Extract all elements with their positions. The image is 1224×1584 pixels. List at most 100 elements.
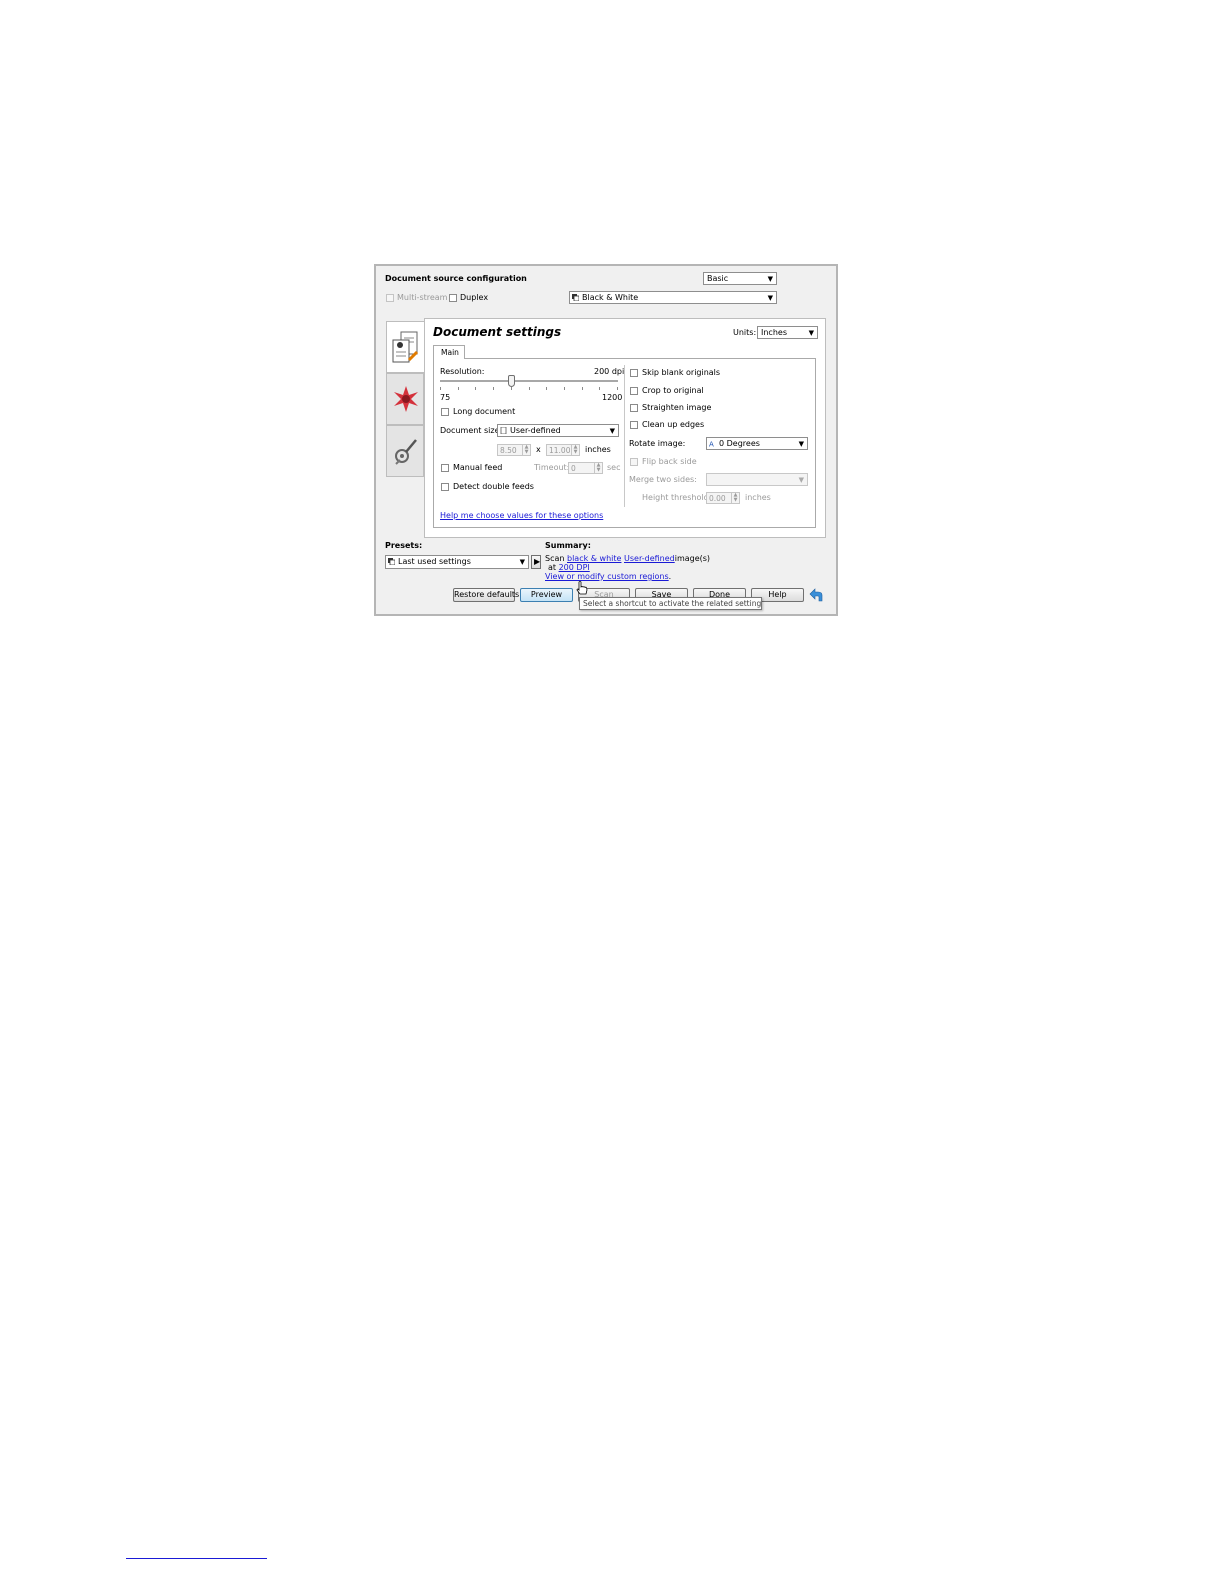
chevron-down-icon: ▼ <box>767 294 773 302</box>
rotate-icon: A <box>709 441 714 448</box>
timeout-label: Timeout: <box>534 463 570 472</box>
clean-up-edges-label: Clean up edges <box>642 420 705 429</box>
chevron-down-icon: ▼ <box>609 427 615 435</box>
height-spinner[interactable]: 11.00 ▲ ▼ <box>546 444 580 456</box>
resolution-min: 75 <box>440 393 451 402</box>
timeout-spinner[interactable]: 0 ▲ ▼ <box>568 462 603 474</box>
chevron-down-icon: ▼ <box>519 558 525 566</box>
multistream-label: Multi-stream <box>397 293 448 302</box>
height-threshold-unit: inches <box>745 493 771 502</box>
chevron-down-icon: ▼ <box>808 329 814 337</box>
straighten-image-checkbox[interactable] <box>630 404 638 412</box>
crop-to-original-label: Crop to original <box>642 386 704 395</box>
resolution-label: Resolution: <box>440 367 485 376</box>
timeout-unit: sec <box>607 463 621 472</box>
page-icon <box>500 427 507 434</box>
skip-blank-label: Skip blank originals <box>642 368 721 377</box>
undo-arrow-icon[interactable] <box>809 587 825 603</box>
resolution-max: 1200 <box>602 393 623 402</box>
presets-select[interactable]: Last used settings ▼ <box>385 555 529 569</box>
preview-button[interactable]: Preview <box>520 588 573 602</box>
chevron-down-icon: ▼ <box>767 275 773 283</box>
slider-tick <box>617 387 618 390</box>
merge-two-sides-select[interactable]: ▼ <box>706 473 808 486</box>
straighten-image-label: Straighten image <box>642 403 712 412</box>
restore-defaults-button[interactable]: Restore defaults <box>453 588 519 602</box>
help-choose-link[interactable]: Help me choose values for these options <box>440 511 603 521</box>
resolution-ticks <box>440 387 618 390</box>
spinner-arrows-icon: ▲ ▼ <box>731 493 739 503</box>
duplex-label: Duplex <box>460 293 489 302</box>
tab-advanced-settings[interactable] <box>386 425 424 477</box>
width-spinner[interactable]: 8.50 ▲ ▼ <box>497 444 531 456</box>
resolution-value: 200 dpi <box>594 367 625 376</box>
resolution-slider[interactable] <box>440 380 618 382</box>
summary-color-link[interactable]: black & white <box>567 554 621 563</box>
hand-cursor-icon <box>576 581 588 595</box>
tab-image-enhancement[interactable] <box>386 373 424 425</box>
crop-to-original-checkbox[interactable] <box>630 387 638 395</box>
color-mode-select[interactable]: Black & White ▼ <box>569 291 777 304</box>
slider-tick <box>546 387 548 390</box>
units-label: Units: <box>733 328 757 337</box>
flip-back-side-label: Flip back side <box>642 457 697 466</box>
manual-feed-label: Manual feed <box>453 463 503 472</box>
duplex-checkbox[interactable] <box>449 294 457 302</box>
skip-blank-checkbox[interactable] <box>630 369 638 377</box>
custom-regions-link[interactable]: View or modify custom regions <box>545 572 669 581</box>
summary-size-link[interactable]: User-defined <box>624 554 675 563</box>
presets-menu-button[interactable]: ▶ <box>531 555 541 569</box>
document-source-title: Document source configuration <box>385 274 527 283</box>
color-mode-icon <box>572 294 579 301</box>
height-threshold-spinner[interactable]: 0.00 ▲ ▼ <box>706 492 740 504</box>
times-symbol: x <box>536 445 541 454</box>
tab-document-settings[interactable] <box>386 321 426 373</box>
slider-tick <box>581 387 583 390</box>
height-threshold-label: Height threshold: <box>642 493 712 502</box>
merge-two-sides-label: Merge two sides: <box>629 475 697 484</box>
document-size-label: Document size: <box>440 426 503 435</box>
chevron-down-icon: ▼ <box>798 440 804 448</box>
tab-main[interactable]: Main <box>433 345 465 359</box>
size-unit: inches <box>585 445 611 454</box>
long-document-checkbox[interactable] <box>441 408 449 416</box>
image-enhancement-icon <box>394 386 418 412</box>
summary-dpi-link[interactable]: 200 DPI <box>559 563 590 572</box>
settings-title: Document settings <box>433 325 562 339</box>
footnote-separator <box>126 1558 267 1559</box>
play-right-icon: ▶ <box>534 557 541 566</box>
manual-feed-checkbox[interactable] <box>441 464 449 472</box>
spinner-arrows-icon: ▲ ▼ <box>522 445 530 455</box>
advanced-settings-icon <box>395 439 417 465</box>
detect-double-feeds-checkbox[interactable] <box>441 483 449 491</box>
spinner-arrows-icon: ▲ ▼ <box>571 445 579 455</box>
rotate-image-label: Rotate image: <box>629 439 686 448</box>
detect-double-feeds-label: Detect double feeds <box>453 482 534 491</box>
column-divider <box>624 365 625 507</box>
slider-tick <box>563 387 565 390</box>
summary-label: Summary: <box>545 541 591 550</box>
slider-tick <box>528 387 530 390</box>
slider-tick <box>599 387 601 390</box>
chevron-down-icon: ▼ <box>798 476 804 484</box>
clean-up-edges-checkbox[interactable] <box>630 421 638 429</box>
long-document-label: Long document <box>453 407 516 416</box>
slider-tick <box>457 387 459 390</box>
resolution-slider-thumb[interactable] <box>508 375 516 387</box>
tooltip: Select a shortcut to activate the relate… <box>579 597 762 610</box>
slider-tick <box>493 387 495 390</box>
multistream-checkbox[interactable] <box>386 294 394 302</box>
rotate-image-select[interactable]: A 0 Degrees ▼ <box>706 437 808 450</box>
preset-icon <box>388 558 395 565</box>
spinner-arrows-icon: ▲ ▼ <box>594 463 602 473</box>
presets-label: Presets: <box>385 541 423 550</box>
document-settings-icon <box>392 331 419 363</box>
slider-tick <box>440 387 441 390</box>
slider-tick <box>510 387 512 390</box>
summary-line-3: View or modify custom regions. <box>545 572 672 581</box>
svg-text:A: A <box>709 441 714 448</box>
flip-back-side-checkbox[interactable] <box>630 458 638 466</box>
units-select[interactable]: Inches ▼ <box>757 326 818 339</box>
document-size-select[interactable]: User-defined ▼ <box>497 424 619 437</box>
mode-select[interactable]: Basic ▼ <box>703 272 777 285</box>
